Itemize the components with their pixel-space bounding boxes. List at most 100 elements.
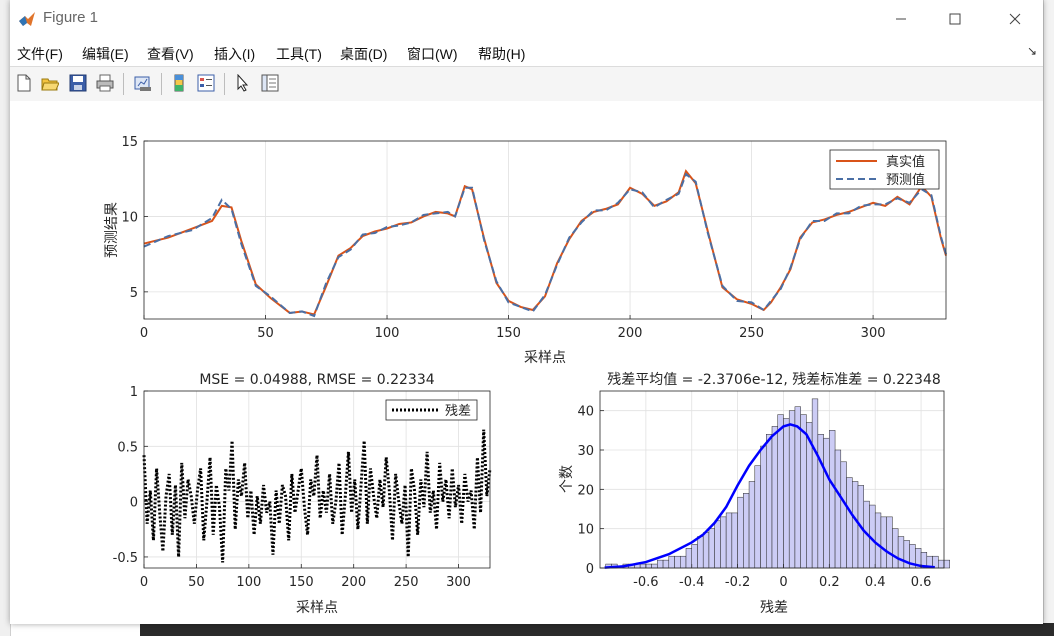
- histogram-bar: [662, 559, 670, 569]
- pred-ytick-label: 15: [121, 135, 138, 150]
- histogram-bar: [674, 555, 681, 569]
- histogram-bar: [840, 461, 847, 569]
- minimize-icon: [896, 18, 906, 20]
- histogram-bar: [708, 528, 715, 569]
- histogram-bar: [800, 414, 807, 569]
- histogram-bar: [811, 398, 819, 569]
- pred-xtick-label: 300: [861, 326, 886, 341]
- insert-legend-button[interactable]: [195, 72, 217, 94]
- histogram-bar: [691, 544, 698, 569]
- background-text-fragment: [0, 226, 10, 240]
- toolbar-separator: [161, 73, 162, 95]
- menu-file[interactable]: 文件(F): [17, 44, 63, 64]
- res-xtick-label: 0: [140, 575, 148, 590]
- menu-window[interactable]: 窗口(W): [407, 44, 458, 64]
- menu-view[interactable]: 查看(V): [147, 44, 194, 64]
- legend-prediction[interactable]: 真实值 预测值: [829, 149, 940, 190]
- histogram-bar: [743, 493, 750, 569]
- legend-residual[interactable]: 残差: [385, 399, 478, 421]
- insert-colorbar-button[interactable]: [168, 72, 190, 94]
- open-file-button[interactable]: [39, 72, 61, 94]
- toolbar-separator: [123, 73, 124, 95]
- histogram-bar: [657, 559, 664, 569]
- histogram-bar: [731, 512, 738, 569]
- hist-xtick-label: 0: [779, 575, 787, 590]
- res-xtick-label: 150: [289, 575, 314, 590]
- xlabel-prediction: 采样点: [524, 350, 566, 366]
- close-button[interactable]: [992, 0, 1038, 38]
- edit-plot-cursor-icon: [237, 74, 249, 92]
- res-ytick-label: -0.5: [113, 551, 138, 566]
- ylabel-prediction: 预测结果: [104, 202, 120, 258]
- menu-help[interactable]: 帮助(H): [478, 44, 525, 64]
- histogram-bar: [943, 559, 950, 569]
- minimize-button[interactable]: [878, 0, 924, 38]
- histogram-bar: [938, 559, 945, 569]
- pred-ytick-label: 10: [121, 210, 138, 225]
- histogram-bar: [754, 465, 761, 569]
- res-ytick-label: 0: [130, 496, 138, 511]
- edit-plot-button[interactable]: [232, 72, 254, 94]
- histogram-bar: [668, 555, 675, 569]
- histogram-bar: [639, 563, 647, 569]
- taskbar-strip: [140, 623, 1054, 636]
- menu-insert[interactable]: 插入(I): [214, 44, 255, 64]
- new-figure-button[interactable]: [13, 72, 35, 94]
- histogram-bar: [892, 528, 899, 569]
- maximize-button[interactable]: [932, 0, 978, 38]
- hist-ytick-label: 30: [577, 444, 594, 459]
- histogram-bar: [702, 532, 710, 569]
- print-button[interactable]: [94, 72, 116, 94]
- xlabel-histogram: 残差: [760, 600, 788, 616]
- legend-label-predicted: 预测值: [886, 172, 925, 188]
- histogram-bar: [829, 430, 836, 569]
- figure-plots[interactable]: 0 50 100 150 200 250 30051015 预测结果 采样点 真实值 预测值: [10, 101, 1043, 624]
- hist-ytick-label: 0: [586, 562, 594, 577]
- menu-desktop[interactable]: 桌面(D): [340, 44, 387, 64]
- histogram-bar: [788, 410, 796, 569]
- histogram-bar: [823, 437, 830, 569]
- figure-canvas: 0 50 100 150 200 250 300 5 10 15 预测结果 采样点 真实值 预测值: [10, 101, 1043, 624]
- histogram-bar: [680, 555, 687, 569]
- window-title: Figure 1: [43, 9, 99, 26]
- title-residual: MSE = 0.04988, RMSE = 0.22334: [199, 372, 434, 388]
- save-icon: [69, 74, 87, 92]
- link-plot-button[interactable]: [132, 72, 154, 94]
- histogram-bar: [645, 563, 652, 569]
- menu-bar: 文件(F) 编辑(E) 查看(V) 插入(I) 工具(T) 桌面(D) 窗口(W…: [10, 38, 1043, 66]
- hist-xtick-label: 0.2: [819, 575, 840, 590]
- res-ytick-label: 1: [130, 385, 138, 400]
- figure-window: Figure 1 文件(F) 编辑(E) 查看(V) 插入(I) 工具(T) 桌…: [10, 0, 1043, 624]
- pred-xtick-label: 50: [257, 326, 274, 341]
- histogram-bar: [783, 418, 790, 569]
- histogram-bar: [852, 481, 859, 569]
- property-inspector-icon: [261, 74, 279, 92]
- menu-edit[interactable]: 编辑(E): [82, 44, 129, 64]
- histogram-bar: [880, 516, 887, 569]
- histogram-bar: [771, 426, 778, 569]
- histogram-bar: [651, 563, 658, 569]
- histogram-bar: [697, 536, 704, 569]
- histogram-bar: [794, 406, 801, 569]
- histogram-bar: [817, 434, 824, 569]
- save-button[interactable]: [67, 72, 89, 94]
- pred-ytick-label: 5: [130, 286, 138, 301]
- hist-xtick-label: -0.4: [679, 575, 704, 590]
- axes-prediction[interactable]: 0 50 100 150 200 250 300 5 10 15 预测结果 采样点 真实值 预测值: [104, 135, 947, 366]
- pred-xtick-label: 100: [375, 326, 400, 341]
- res-xtick-label: 300: [446, 575, 471, 590]
- res-xtick-label: 50: [188, 575, 205, 590]
- histogram-bar: [685, 548, 692, 569]
- axes-residual[interactable]: 0 50 100 150 200 250 300-0.500.51 MSE = 0.0498…: [113, 372, 492, 616]
- matlab-logo-icon: [19, 12, 35, 26]
- property-inspector-button[interactable]: [259, 72, 281, 94]
- new-figure-icon: [17, 74, 31, 92]
- axes-histogram[interactable]: -0.6 -0.4 -0.2 0 0.2 0.4 0.6 0 10 20 30 40 残差平均值 = …: [559, 372, 950, 616]
- menu-tools[interactable]: 工具(T): [276, 44, 322, 64]
- pred-xtick-label: 200: [618, 326, 643, 341]
- dock-figure-icon[interactable]: ↘: [1027, 44, 1037, 58]
- background-app-right: [1043, 0, 1054, 636]
- res-xtick-label: 250: [394, 575, 419, 590]
- histogram-bar: [874, 512, 882, 569]
- hist-xtick-label: 0.4: [865, 575, 886, 590]
